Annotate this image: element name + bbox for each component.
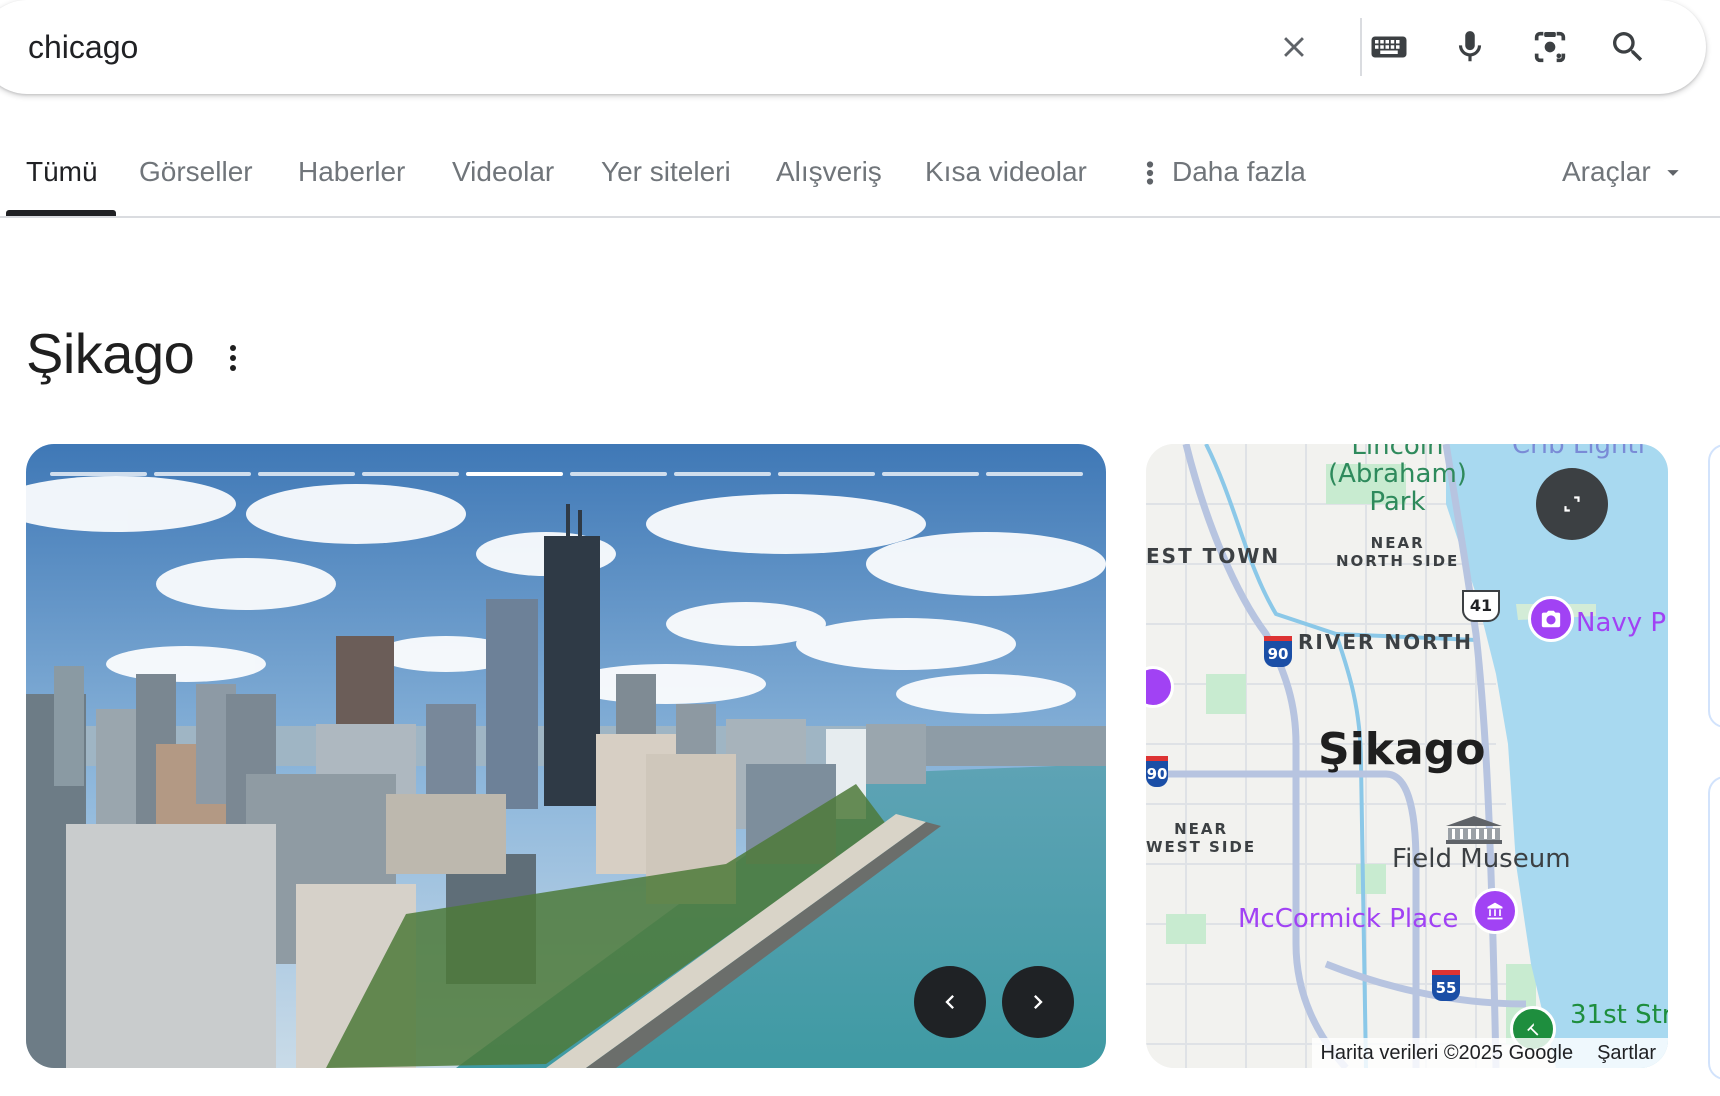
progress-segment bbox=[466, 472, 563, 476]
map-label-west-town: EST TOWN bbox=[1146, 544, 1281, 568]
side-card-stub[interactable] bbox=[1708, 444, 1720, 728]
map-label-mccormick: McCormick Place bbox=[1238, 904, 1459, 934]
tab-all[interactable]: Tümü bbox=[26, 156, 98, 206]
interstate-55-shield: 55 bbox=[1432, 970, 1460, 1001]
progress-segment bbox=[674, 472, 771, 476]
search-tabs: Tümü Görseller Haberler Videolar Yer sit… bbox=[0, 138, 1720, 218]
progress-segment bbox=[362, 472, 459, 476]
map-label-crib: Crib Lighti bbox=[1512, 444, 1645, 460]
caret-down-icon bbox=[1667, 170, 1679, 176]
tabs-divider bbox=[0, 216, 1720, 218]
tools-button[interactable]: Araçlar bbox=[1562, 156, 1681, 206]
progress-segment bbox=[882, 472, 979, 476]
expand-icon bbox=[1564, 496, 1580, 512]
previous-slide-button[interactable] bbox=[914, 966, 986, 1038]
progress-segment bbox=[50, 472, 147, 476]
map-label-31st: 31st Str bbox=[1570, 1000, 1668, 1030]
search-icon[interactable] bbox=[1604, 23, 1652, 71]
city-map[interactable]: Lincoln (Abraham) Park Crib Lighti EST T… bbox=[1146, 444, 1668, 1068]
map-label-lincoln-park: Lincoln (Abraham) Park bbox=[1328, 444, 1467, 517]
tools-label: Araçlar bbox=[1562, 156, 1651, 187]
progress-segment bbox=[570, 472, 667, 476]
map-label-navy-pier: Navy P bbox=[1576, 608, 1667, 638]
tab-more[interactable]: Daha fazla bbox=[1140, 156, 1306, 206]
tab-places[interactable]: Yer siteleri bbox=[601, 156, 731, 206]
more-vert-icon bbox=[1146, 161, 1154, 185]
progress-segment bbox=[154, 472, 251, 476]
interstate-90-shield-west: 90 bbox=[1146, 756, 1168, 787]
tab-images[interactable]: Görseller bbox=[139, 156, 253, 206]
map-label-river-north: RIVER NORTH bbox=[1298, 630, 1473, 654]
mccormick-place-pin[interactable] bbox=[1472, 888, 1518, 934]
tab-more-label: Daha fazla bbox=[1172, 156, 1306, 187]
chevron-left-icon bbox=[945, 995, 954, 1009]
map-label-near-west: NEAR WEST SIDE bbox=[1146, 820, 1257, 856]
beach-icon bbox=[1527, 1023, 1539, 1036]
tab-news[interactable]: Haberler bbox=[298, 156, 405, 206]
lens-camera-icon[interactable] bbox=[1526, 23, 1574, 71]
chevron-right-icon bbox=[1034, 995, 1043, 1009]
map-label-near-north: NEAR NORTH SIDE bbox=[1336, 534, 1460, 570]
search-bar bbox=[0, 0, 1706, 94]
progress-segment bbox=[258, 472, 355, 476]
map-label-field-museum: Field Museum bbox=[1392, 844, 1571, 874]
map-label-city: Şikago bbox=[1318, 724, 1486, 775]
tab-short-videos[interactable]: Kısa videolar bbox=[925, 156, 1087, 206]
keyboard-icon[interactable] bbox=[1365, 23, 1413, 71]
map-data-credit: Harita verileri ©2025 Google bbox=[1320, 1041, 1574, 1064]
expand-map-button[interactable] bbox=[1536, 468, 1608, 540]
progress-segment bbox=[986, 472, 1083, 476]
progress-segment bbox=[778, 472, 875, 476]
building-icon bbox=[1487, 902, 1503, 920]
slide-progress bbox=[50, 472, 1083, 476]
search-input[interactable] bbox=[28, 22, 1228, 72]
tab-shopping[interactable]: Alışveriş bbox=[776, 156, 882, 206]
tab-videos[interactable]: Videolar bbox=[452, 156, 554, 206]
entity-title: Şikago bbox=[26, 322, 195, 385]
city-photo[interactable] bbox=[26, 444, 1106, 1068]
close-icon[interactable] bbox=[1270, 23, 1318, 71]
next-slide-button[interactable] bbox=[1002, 966, 1074, 1038]
search-bar-divider bbox=[1360, 18, 1362, 76]
camera-icon bbox=[1541, 610, 1561, 628]
map-terms-link[interactable]: Şartlar bbox=[1597, 1042, 1656, 1065]
more-options-icon[interactable] bbox=[218, 340, 248, 376]
map-attribution: Harita verileri ©2025 Google Şartlar bbox=[1312, 1038, 1668, 1068]
highway-41-shield: 41 bbox=[1462, 590, 1500, 622]
interstate-90-shield: 90 bbox=[1264, 636, 1292, 667]
navy-pier-pin[interactable] bbox=[1528, 596, 1574, 642]
side-card-stub[interactable] bbox=[1708, 776, 1720, 1080]
microphone-icon[interactable] bbox=[1446, 23, 1494, 71]
field-museum-icon bbox=[1442, 816, 1506, 844]
